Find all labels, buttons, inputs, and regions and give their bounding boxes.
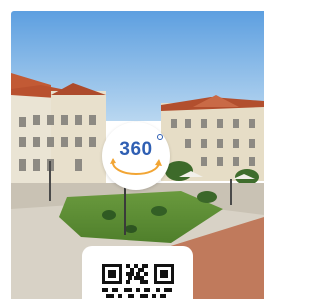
rotate-360-icon (110, 158, 162, 176)
view-360-button[interactable]: 360 (102, 122, 170, 190)
qr-code-panel[interactable] (82, 246, 193, 299)
qr-code-icon (102, 264, 174, 298)
degree-symbol-icon (157, 134, 163, 140)
panorama-card[interactable]: 360 (11, 11, 264, 299)
